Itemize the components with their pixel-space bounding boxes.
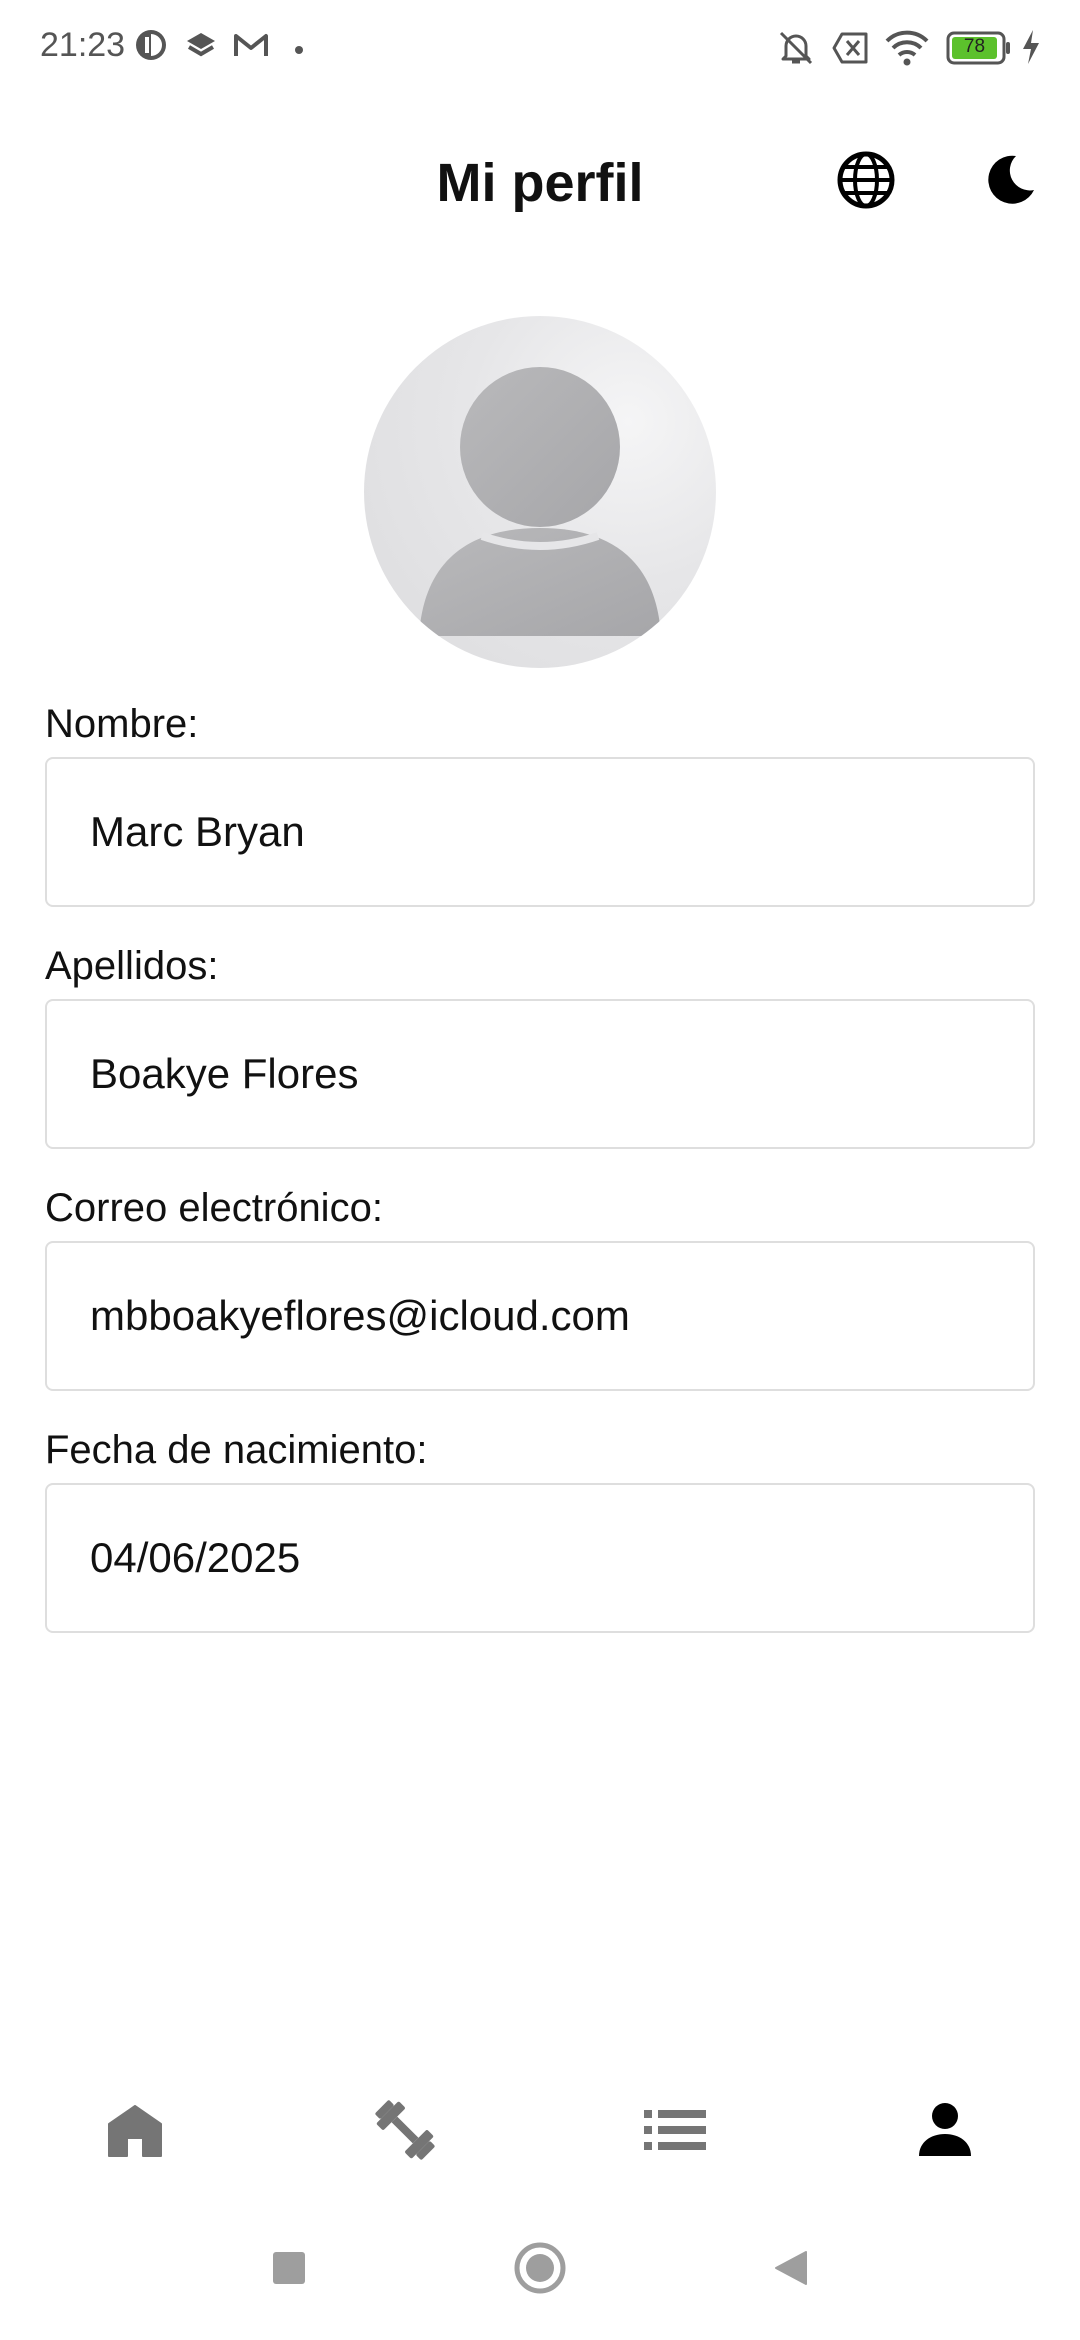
notification-app-icon [134, 28, 168, 67]
globe-icon [836, 150, 896, 215]
back-button[interactable] [760, 2240, 820, 2300]
layers-icon [184, 28, 218, 67]
birthdate-label: Fecha de nacimiento: [45, 1428, 428, 1472]
nav-item-home[interactable] [90, 2092, 180, 2172]
bell-off-icon [776, 28, 816, 73]
theme-toggle-button[interactable] [978, 150, 1042, 214]
home-icon [105, 2100, 165, 2165]
battery-level: 78 [963, 36, 986, 57]
email-field[interactable]: mbboakyeflores@icloud.com [45, 1241, 1035, 1391]
back-icon [770, 2248, 810, 2293]
charging-icon [1020, 28, 1042, 71]
battery-icon: 78 [946, 30, 1012, 71]
nav-item-profile[interactable] [900, 2092, 990, 2172]
nav-item-workouts[interactable] [360, 2092, 450, 2172]
dumbbell-icon [370, 2095, 440, 2170]
first-name-field[interactable]: Marc Bryan [45, 757, 1035, 907]
email-value: mbboakyeflores@icloud.com [90, 1292, 630, 1339]
avatar-placeholder-icon [364, 316, 716, 668]
recents-button[interactable] [259, 2240, 319, 2300]
moon-icon [982, 152, 1038, 213]
page-title: Mi perfil [436, 153, 644, 213]
language-button[interactable] [834, 150, 898, 214]
recents-icon [271, 2250, 307, 2291]
sim-off-icon [830, 28, 872, 73]
last-name-value: Boakye Flores [90, 1050, 359, 1097]
first-name-label: Nombre: [45, 702, 199, 746]
birthdate-value: 04/06/2025 [90, 1534, 301, 1581]
last-name-label: Apellidos: [45, 944, 219, 988]
wifi-icon [884, 28, 930, 73]
first-name-value: Marc Bryan [90, 808, 305, 855]
last-name-field[interactable]: Boakye Flores [45, 999, 1035, 1149]
dot-icon [294, 42, 304, 60]
status-bar: 21:23 78 [0, 0, 1080, 96]
list-icon [644, 2108, 706, 2157]
nav-item-list[interactable] [630, 2092, 720, 2172]
system-home-button[interactable] [510, 2240, 570, 2300]
gmail-icon [232, 28, 270, 67]
person-icon [915, 2100, 975, 2165]
status-time: 21:23 [40, 26, 126, 64]
avatar[interactable] [364, 316, 716, 668]
email-label: Correo electrónico: [45, 1186, 383, 1230]
home-button-icon [513, 2241, 567, 2300]
birthdate-field[interactable]: 04/06/2025 [45, 1483, 1035, 1633]
